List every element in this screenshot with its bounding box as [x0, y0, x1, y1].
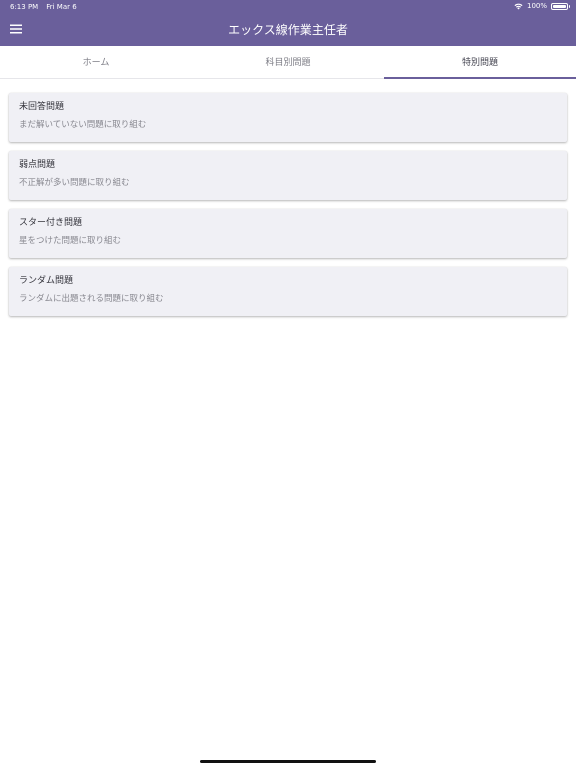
list-item-subtitle: まだ解いていない問題に取り組む	[19, 120, 147, 130]
app-screen: 6:13 PM Fri Mar 6 100% エックス線作業主任者 ホーム 科目…	[0, 0, 576, 768]
list-item-title: 未回答問題	[19, 102, 65, 112]
battery-icon	[551, 2, 570, 10]
list-item-random[interactable]: ランダム問題 ランダムに出題される問題に取り組む	[9, 267, 567, 316]
list-item-subtitle: ランダムに出題される問題に取り組む	[19, 294, 164, 304]
tab-home[interactable]: ホーム	[0, 46, 192, 78]
list-item-weak-points[interactable]: 弱点問題 不正解が多い問題に取り組む	[9, 151, 567, 200]
app-header: 6:13 PM Fri Mar 6 100% エックス線作業主任者	[0, 0, 576, 46]
status-right: 100%	[514, 2, 570, 10]
home-indicator[interactable]	[200, 760, 376, 763]
list-item-unanswered[interactable]: 未回答問題 まだ解いていない問題に取り組む	[9, 93, 567, 142]
list-item-title: 弱点問題	[19, 160, 56, 170]
status-bar: 6:13 PM Fri Mar 6 100%	[0, 0, 576, 14]
battery-percent: 100%	[526, 2, 547, 10]
tab-bar: ホーム 科目別問題 特別問題	[0, 46, 576, 79]
list-item-starred[interactable]: スター付き問題 星をつけた問題に取り組む	[9, 209, 567, 258]
status-left: 6:13 PM Fri Mar 6	[10, 3, 77, 11]
wifi-icon	[514, 3, 523, 10]
list-item-subtitle: 星をつけた問題に取り組む	[19, 236, 122, 246]
page-title: エックス線作業主任者	[228, 23, 348, 37]
special-question-list: 未回答問題 まだ解いていない問題に取り組む 弱点問題 不正解が多い問題に取り組む…	[9, 93, 567, 325]
tab-special[interactable]: 特別問題	[384, 46, 576, 79]
status-date: Fri Mar 6	[46, 3, 77, 11]
list-item-title: スター付き問題	[19, 218, 83, 228]
list-item-title: ランダム問題	[19, 276, 74, 286]
status-time: 6:13 PM	[10, 3, 39, 11]
tab-by-subject[interactable]: 科目別問題	[192, 46, 384, 78]
list-item-subtitle: 不正解が多い問題に取り組む	[19, 178, 130, 188]
